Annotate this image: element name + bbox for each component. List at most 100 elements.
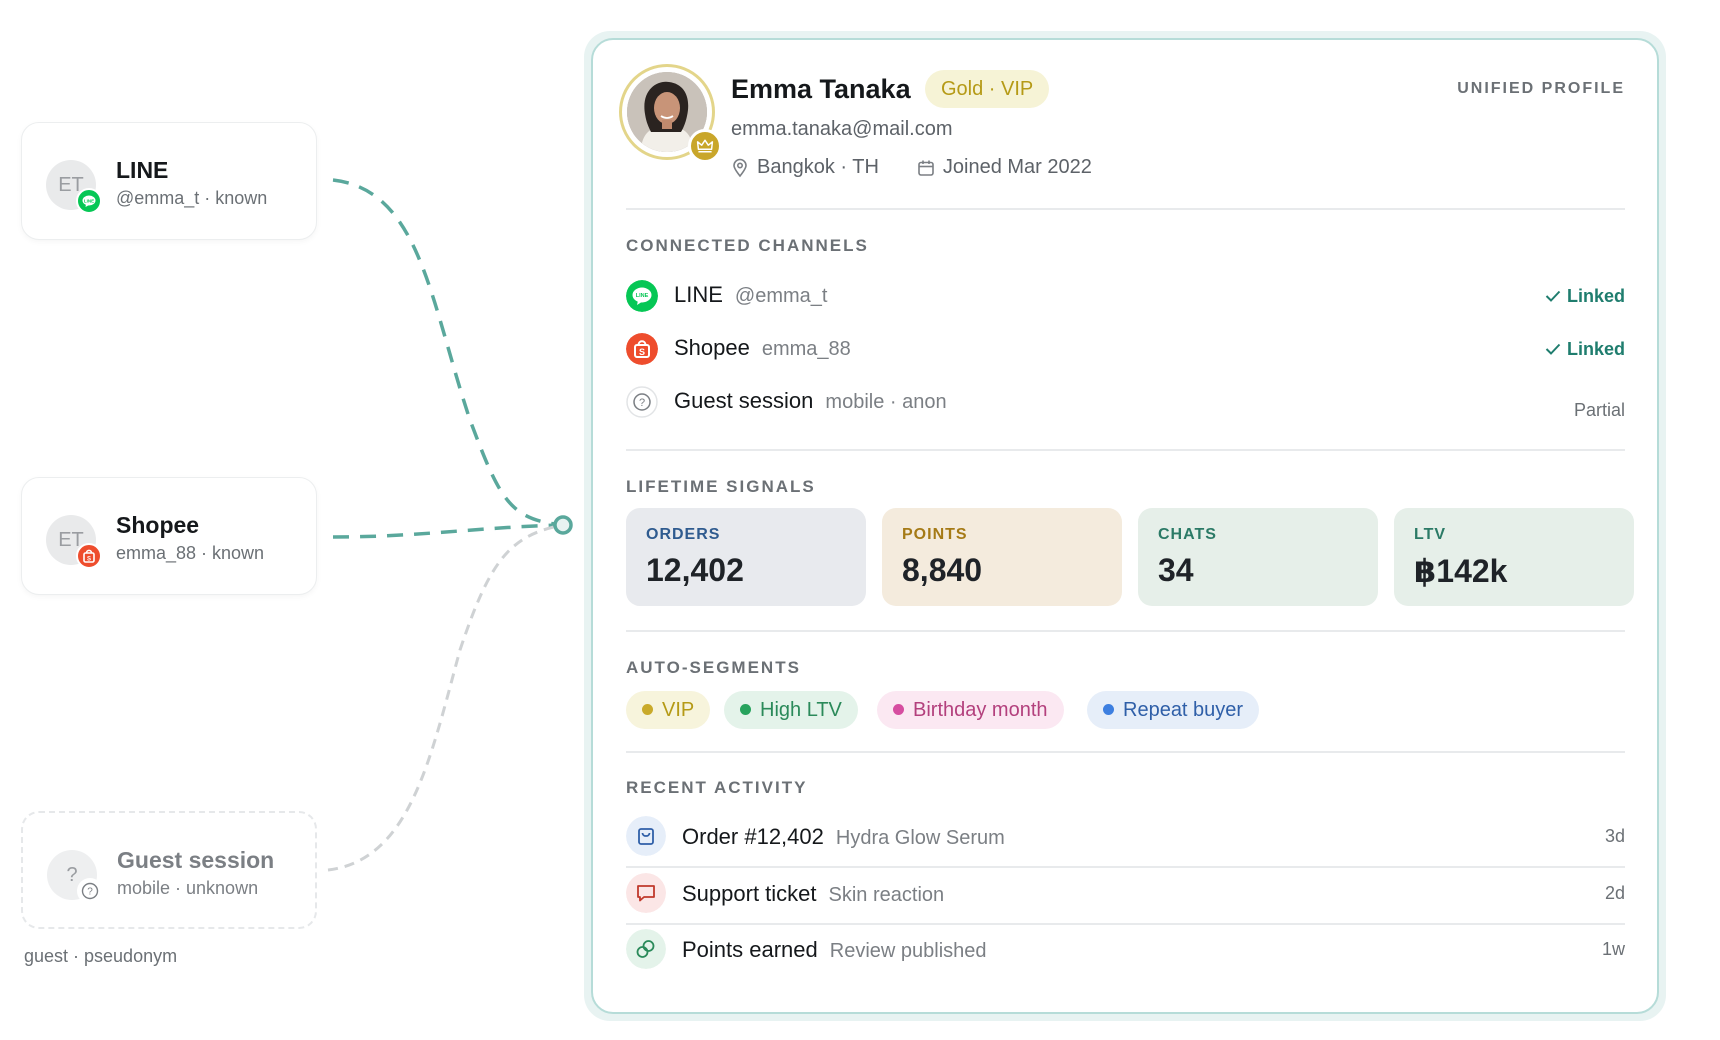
calendar-icon (918, 160, 934, 176)
stat-tile-orders: ORDERS 12,402 (626, 508, 866, 606)
status-text: Linked (1566, 339, 1625, 359)
segment-chip-vip[interactable]: VIP (626, 691, 711, 729)
segment-chip-high-ltv[interactable]: High LTV (724, 691, 858, 729)
segment-label: Birthday month (913, 699, 1048, 721)
stat-value: 34 (1158, 552, 1194, 588)
stat-label: ORDERS (646, 526, 721, 543)
svg-text:LINE: LINE (636, 293, 649, 299)
segments-title: AUTO-SEGMENTS (626, 658, 801, 677)
activity-title: RECENT ACTIVITY (626, 778, 808, 797)
line-icon: LINE (626, 280, 658, 312)
activity-time: 1w (1601, 939, 1625, 959)
segment-chip-birthday-month[interactable]: Birthday month (877, 691, 1064, 729)
activity-desc: Review published (829, 940, 987, 962)
source-title: Shopee (116, 512, 200, 538)
avatar-initials: ? (66, 864, 78, 886)
activity-row-support[interactable]: Support ticket Skin reaction 2d (626, 869, 1625, 923)
segment-dot (1103, 704, 1114, 715)
unified-profile-label: UNIFIED PROFILE (1457, 80, 1625, 97)
source-card-guest[interactable]: ? ? Guest session mobile · unknown (21, 811, 317, 929)
check-icon (1545, 343, 1561, 355)
activity-row-points[interactable]: Points earned Review published 1w (626, 925, 1625, 979)
segment-dot (893, 704, 904, 715)
merge-node (553, 515, 573, 535)
profile-location: Bangkok · TH (757, 156, 879, 178)
channel-name: Shopee (674, 335, 750, 360)
channel-name: Guest session (674, 388, 814, 413)
activity-time: 2d (1604, 883, 1625, 903)
check-icon (1545, 290, 1561, 302)
profile-joined: Joined Mar 2022 (942, 156, 1092, 178)
stat-tile-ltv: LTV ฿142k (1394, 508, 1634, 606)
channel-row-guest[interactable]: ? Guest session mobile · anon Partial (626, 382, 1625, 422)
svg-text:?: ? (87, 887, 93, 898)
divider (626, 866, 1625, 868)
source-subtitle: emma_88 · known (116, 543, 265, 563)
profile-meta: Bangkok · TH Joined Mar 2022 (731, 156, 1092, 179)
guest-caption: guest · pseudonym (24, 946, 178, 966)
shopee-icon: S (76, 543, 102, 569)
shopee-icon: S (626, 333, 658, 365)
svg-text:S: S (639, 347, 645, 357)
signals-title: LIFETIME SIGNALS (626, 477, 816, 496)
activity-title-text: Support ticket (682, 881, 817, 906)
svg-text:S: S (87, 557, 91, 563)
channel-row-shopee[interactable]: S Shopee emma_88 Linked (626, 329, 1625, 369)
svg-text:LINE: LINE (84, 199, 94, 204)
line-connector (332, 178, 564, 527)
avatar: ET S (46, 515, 102, 569)
divider (626, 208, 1625, 210)
stat-label: POINTS (902, 526, 968, 543)
activity-title-text: Order #12,402 (682, 824, 824, 849)
question-icon: ? (77, 878, 103, 904)
divider (626, 751, 1625, 753)
stat-value: 12,402 (646, 552, 744, 588)
segment-label: High LTV (760, 699, 842, 721)
divider (626, 449, 1625, 451)
channels-title: CONNECTED CHANNELS (626, 236, 869, 255)
channel-row-line[interactable]: LINE LINE @emma_t Linked (626, 276, 1625, 316)
activity-time: 3d (1604, 826, 1625, 846)
stat-label: LTV (1414, 526, 1447, 543)
profile-avatar[interactable] (619, 64, 722, 163)
coins-icon (626, 929, 666, 969)
channel-handle: emma_88 (761, 338, 851, 360)
source-subtitle: mobile · unknown (117, 878, 259, 898)
status-linked: Linked (1545, 286, 1625, 307)
source-title: Guest session (117, 847, 275, 873)
channel-handle: mobile · anon (825, 391, 947, 413)
question-icon: ? (626, 386, 658, 418)
location-pin-icon (733, 158, 747, 177)
segment-dot (740, 704, 751, 715)
guest-connector (327, 523, 564, 872)
profile-email[interactable]: emma.tanaka@mail.com (731, 118, 952, 141)
segment-chip-repeat-buyer[interactable]: Repeat buyer (1087, 691, 1260, 729)
channel-name: LINE (674, 282, 723, 307)
source-card-shopee[interactable]: ET S Shopee emma_88 · known (21, 477, 317, 595)
segment-label: Repeat buyer (1123, 699, 1244, 721)
profile-name: Emma Tanaka (731, 74, 911, 104)
stat-tile-points: POINTS 8,840 (882, 508, 1122, 606)
stat-tile-chats: CHATS 34 (1138, 508, 1378, 606)
stat-value: ฿142k (1414, 553, 1508, 589)
channel-handle: @emma_t (734, 285, 828, 307)
divider (626, 630, 1625, 632)
avatar: ET LINE (46, 160, 102, 214)
activity-row-order[interactable]: Order #12,402 Hydra Glow Serum 3d (626, 812, 1625, 866)
activity-desc: Hydra Glow Serum (835, 827, 1005, 849)
source-title: LINE (116, 157, 169, 183)
line-icon: LINE (76, 188, 102, 214)
source-card-line[interactable]: ET LINE LINE @emma_t · known (21, 122, 317, 240)
crown-icon (688, 129, 722, 163)
status-text: Linked (1566, 286, 1625, 306)
status-linked: Linked (1545, 339, 1625, 360)
segment-dot (642, 704, 653, 715)
stat-value: 8,840 (902, 552, 983, 588)
tier-badge: Gold · VIP (925, 70, 1050, 108)
source-subtitle: @emma_t · known (116, 188, 268, 208)
stat-label: CHATS (1158, 526, 1217, 543)
activity-title-text: Points earned (682, 937, 818, 962)
segment-label: VIP (662, 699, 695, 721)
unified-profile-card: Emma Tanaka Gold · VIP emma.tanaka@mail.… (591, 38, 1659, 1014)
chat-icon (626, 873, 666, 913)
